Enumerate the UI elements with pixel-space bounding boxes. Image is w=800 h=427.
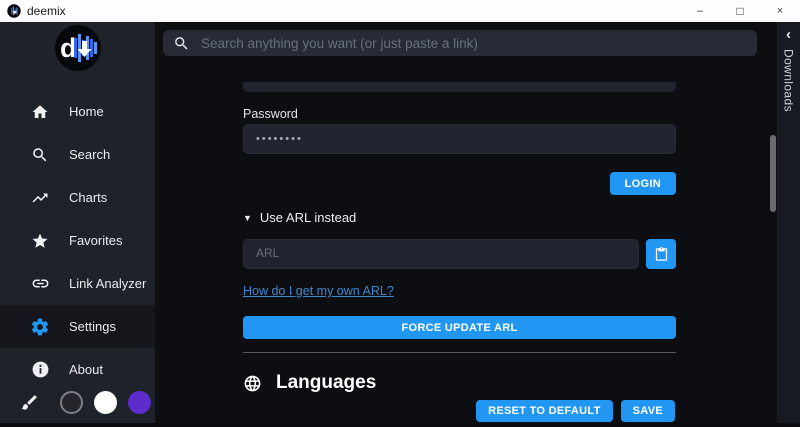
sidebar: d Home <box>0 22 155 427</box>
theme-dark-swatch[interactable] <box>60 391 83 414</box>
sidebar-item-label: Settings <box>69 319 116 334</box>
clipboard-icon <box>654 247 669 262</box>
use-arl-toggle[interactable]: ▼ Use ARL instead <box>243 210 676 225</box>
link-icon <box>30 274 50 293</box>
search-bar <box>163 30 757 56</box>
sidebar-item-search[interactable]: Search <box>0 133 155 176</box>
window-title: deemix <box>27 4 66 18</box>
paste-arl-button[interactable] <box>646 239 676 269</box>
window-controls: – □ × <box>680 0 800 22</box>
charts-icon <box>30 189 50 207</box>
window-bottom-edge <box>0 423 800 427</box>
star-icon <box>30 232 50 250</box>
sidebar-item-label: Charts <box>69 190 107 205</box>
arl-input-row <box>243 239 676 269</box>
password-label: Password <box>243 107 676 121</box>
deemix-logo-icon: d <box>54 24 102 72</box>
sidebar-item-about[interactable]: About <box>0 348 155 391</box>
sidebar-item-label: About <box>69 362 103 377</box>
globe-icon <box>243 374 262 393</box>
email-input-partial[interactable] <box>243 82 676 92</box>
chevron-down-icon: ▼ <box>243 213 252 223</box>
paintbrush-icon <box>19 393 39 412</box>
settings-scroll-area: Password LOGIN ▼ Use ARL instead How d <box>243 78 676 394</box>
main-content: Password LOGIN ▼ Use ARL instead How d <box>155 22 777 427</box>
sidebar-item-label: Link Analyzer <box>69 276 146 291</box>
force-update-arl-button[interactable]: FORCE UPDATE ARL <box>243 316 676 339</box>
languages-section-header: Languages <box>243 372 676 394</box>
app-body: d Home <box>0 22 800 427</box>
minimize-icon[interactable]: – <box>680 0 720 22</box>
sidebar-item-label: Home <box>69 104 104 119</box>
search-input[interactable] <box>199 35 747 52</box>
downloads-tab-label: Downloads <box>782 49 796 112</box>
arl-input[interactable] <box>243 239 639 269</box>
login-button[interactable]: LOGIN <box>610 172 676 195</box>
scrollbar-thumb[interactable] <box>770 135 776 212</box>
theme-light-swatch[interactable] <box>94 391 117 414</box>
app-icon <box>7 4 21 18</box>
save-button[interactable]: SAVE <box>621 400 675 422</box>
sidebar-item-home[interactable]: Home <box>0 90 155 133</box>
theme-circles <box>60 391 151 414</box>
login-row: LOGIN <box>243 172 676 195</box>
sidebar-item-label: Favorites <box>69 233 122 248</box>
arl-help-link[interactable]: How do I get my own ARL? <box>243 284 394 298</box>
maximize-icon[interactable]: □ <box>720 0 760 22</box>
theme-picker <box>0 391 155 414</box>
close-icon[interactable]: × <box>760 0 800 22</box>
use-arl-label: Use ARL instead <box>260 210 356 225</box>
deemix-window: deemix – □ × d <box>0 0 800 427</box>
downloads-panel-tab[interactable]: ‹ Downloads <box>777 22 800 427</box>
sidebar-nav: Home Search Charts <box>0 90 155 391</box>
home-icon <box>30 103 50 121</box>
info-icon <box>30 360 50 379</box>
deemix-logo[interactable]: d <box>0 22 155 72</box>
sidebar-item-charts[interactable]: Charts <box>0 176 155 219</box>
search-icon <box>30 146 50 164</box>
search-icon <box>173 35 190 52</box>
settings-footer: RESET TO DEFAULT SAVE <box>476 400 675 422</box>
theme-purple-swatch[interactable] <box>128 391 151 414</box>
password-input[interactable] <box>243 124 676 154</box>
sidebar-item-link-analyzer[interactable]: Link Analyzer <box>0 262 155 305</box>
arl-help-link-wrap: How do I get my own ARL? <box>243 282 676 300</box>
languages-title: Languages <box>276 372 376 394</box>
sidebar-item-settings[interactable]: Settings <box>0 305 155 348</box>
chevron-left-icon[interactable]: ‹ <box>786 27 791 42</box>
reset-to-default-button[interactable]: RESET TO DEFAULT <box>476 400 613 422</box>
gear-icon <box>30 317 50 337</box>
section-divider <box>243 352 676 353</box>
sidebar-item-favorites[interactable]: Favorites <box>0 219 155 262</box>
sidebar-item-label: Search <box>69 147 110 162</box>
titlebar: deemix – □ × <box>0 0 800 22</box>
